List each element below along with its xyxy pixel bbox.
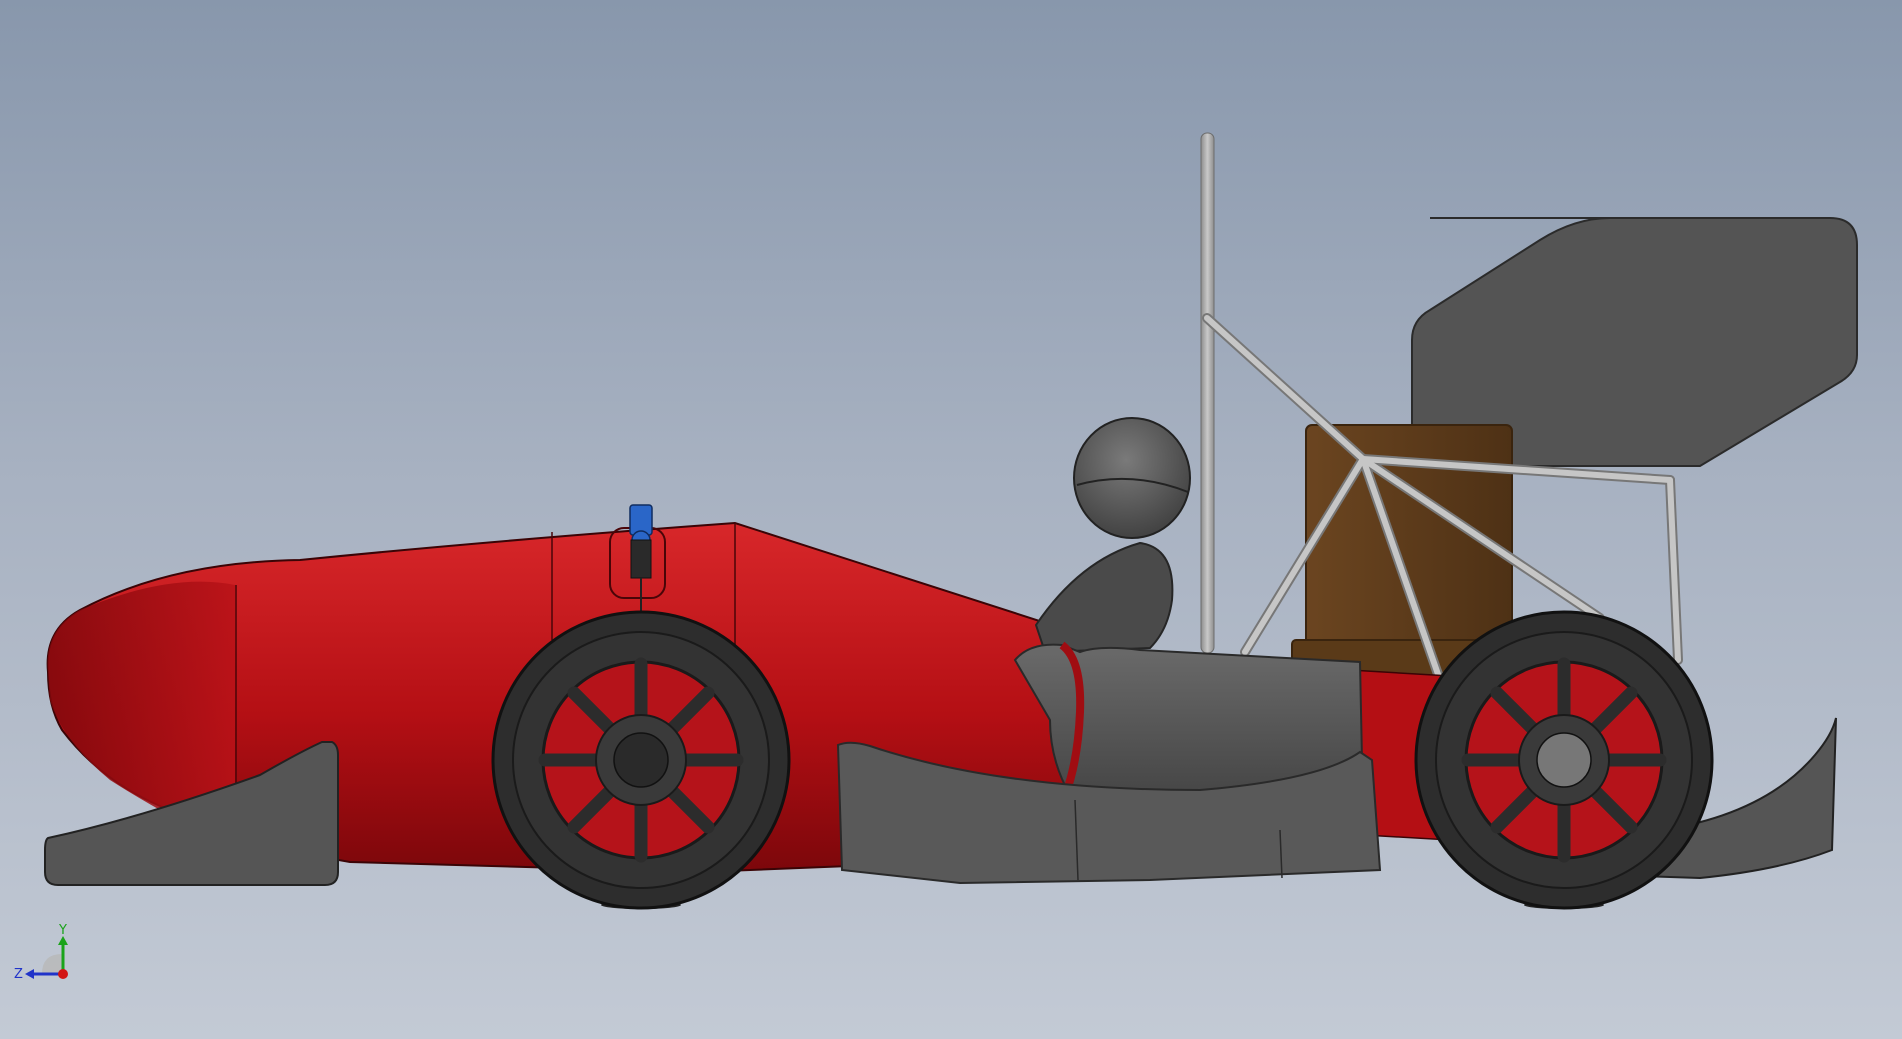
triad-z-label: Z <box>14 967 23 982</box>
triad-y-label: Y <box>58 923 67 938</box>
formula-car-model[interactable]: Y Z <box>0 0 1902 1039</box>
rear-wheel[interactable] <box>1414 610 1714 910</box>
view-orientation-triad[interactable]: Y Z <box>14 923 68 982</box>
cad-graphics-viewport[interactable]: Y Z <box>0 0 1902 1039</box>
triad-x-axis-dot <box>58 969 68 979</box>
triad-z-arrow-icon <box>25 969 34 979</box>
headrest[interactable] <box>1034 541 1174 654</box>
main-roll-hoop[interactable] <box>1200 132 1215 654</box>
driver-helmet[interactable] <box>1073 417 1191 539</box>
front-wheel[interactable] <box>491 610 791 910</box>
